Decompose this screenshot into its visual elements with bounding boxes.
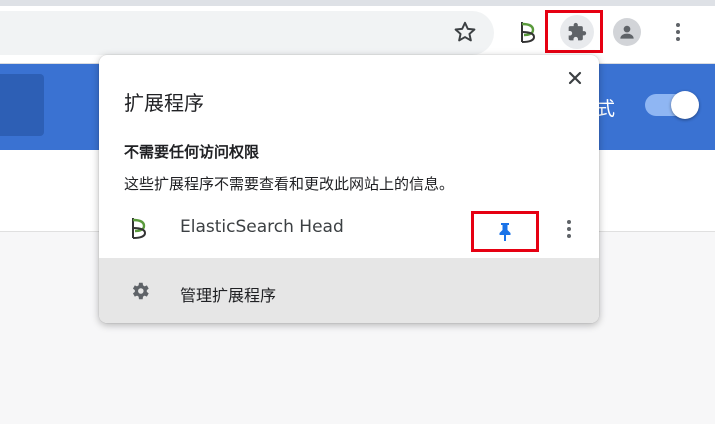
pin-icon [499,222,511,241]
close-button[interactable] [564,67,586,89]
extension-more-button[interactable] [557,215,581,243]
pin-button[interactable] [471,211,539,252]
gear-icon [132,282,149,300]
tab-strip-edge [0,0,715,6]
section-description: 这些扩展程序不需要查看和更改此网站上的信息。 [124,175,455,193]
bookmark-star-icon[interactable] [452,19,478,45]
elasticsearch-head-icon [132,218,147,239]
extensions-popup: 扩展程序 不需要任何访问权限 这些扩展程序不需要查看和更改此网站上的信息。 El… [99,55,599,323]
manage-extensions-button[interactable]: 管理扩展程序 [99,258,599,323]
kebab-menu-icon [676,23,680,41]
kebab-menu-icon [567,220,571,238]
extension-row[interactable]: ElasticSearch Head [99,207,599,252]
elasticsearch-head-toolbar-button[interactable] [511,15,545,49]
extension-name: ElasticSearch Head [180,217,344,237]
section-title: 不需要任何访问权限 [124,143,260,161]
close-icon [568,71,582,85]
popup-title: 扩展程序 [124,91,204,115]
avatar [613,18,641,46]
manage-extensions-label: 管理扩展程序 [180,286,277,305]
extensions-button-highlight [545,10,603,53]
elasticsearch-head-icon [521,22,536,43]
profile-button[interactable] [610,15,644,49]
page-toggle[interactable] [645,91,699,119]
header-block [0,74,44,136]
toggle-knob [671,91,699,119]
browser-menu-button[interactable] [661,15,695,49]
address-bar[interactable] [0,11,494,55]
person-icon [620,25,634,39]
